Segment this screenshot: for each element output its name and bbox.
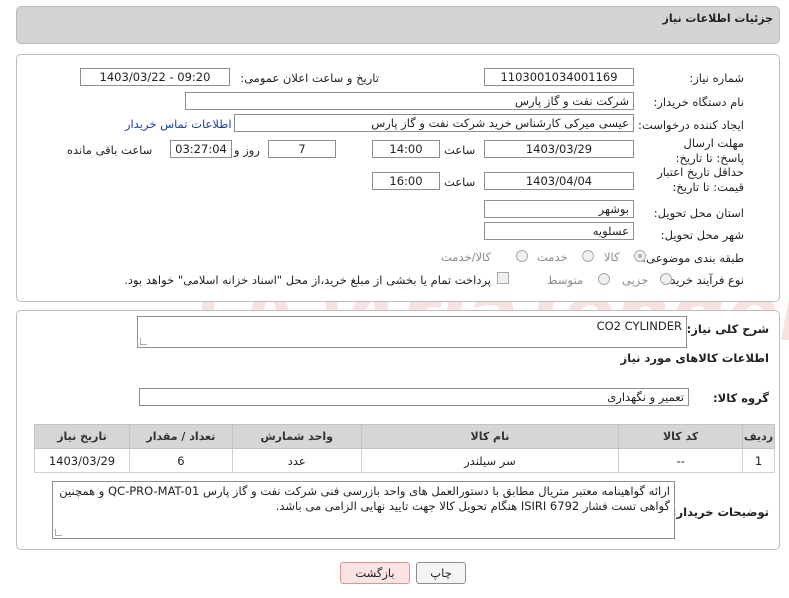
process-medium-label: متوسط (547, 273, 584, 287)
category-service-label: خدمت (537, 250, 568, 264)
col-goods-code: کد کالا (618, 424, 744, 449)
buyer-notes-label: توضیحات خریدار: (671, 505, 769, 519)
col-unit: واحد شمارش (231, 424, 362, 449)
category-goods-service-label: کالا/خدمت (441, 250, 492, 264)
col-need-date: تاریخ نیاز (34, 424, 130, 449)
cell-goods-code: -- (618, 448, 744, 473)
deadline-date-field: 1403/03/29 (484, 140, 634, 158)
print-button[interactable]: چاپ (416, 562, 466, 584)
buyer-notes-field: ارائه گواهینامه معتبر متریال مطابق با دس… (52, 481, 675, 539)
treasury-payment-note: پرداخت تمام یا بخشی از مبلغ خرید،از محل … (124, 273, 491, 287)
deadline-time-label: ساعت (444, 143, 476, 157)
col-quantity: تعداد / مقدار (128, 424, 233, 449)
back-button[interactable]: بازگشت (340, 562, 410, 584)
table-row: 1 -- سر سیلندر عدد 6 1403/03/29 (34, 448, 775, 473)
process-minor-label: جزیی (622, 273, 649, 287)
need-number-field: 1103001034001169 (484, 68, 634, 86)
cell-goods-name: سر سیلندر (360, 448, 620, 473)
validity-date-field: 1403/04/04 (484, 172, 634, 190)
announce-date-label: تاریخ و ساعت اعلان عمومی: (240, 71, 379, 85)
cell-row-number: 1 (742, 448, 775, 473)
validity-label: حداقل تاریخ اعتبار قیمت: تا تاریخ: (657, 165, 744, 194)
goods-group-label: گروه کالا: (713, 391, 769, 405)
province-label: استان محل تحویل: (653, 206, 744, 220)
category-label: طبقه بندی موضوعی: (642, 251, 744, 265)
treasury-payment-checkbox[interactable] (497, 272, 509, 284)
buyer-notes-text: ارائه گواهینامه معتبر متریال مطابق با دس… (59, 484, 670, 513)
creator-label: ایجاد کننده درخواست: (638, 118, 744, 132)
deadline-time-field: 14:00 (372, 140, 440, 158)
creator-field: عیسی میرکی کارشناس خرید شرکت نفت و گاز پ… (234, 114, 634, 132)
description-field: CO2 CYLINDER (137, 316, 687, 348)
process-type-label: نوع فرآیند خرید : (662, 273, 744, 287)
remaining-time-field: 03:27:04 (170, 140, 232, 158)
buyer-contact-link[interactable]: اطلاعات تماس خریدار (125, 117, 232, 131)
cell-need-date: 1403/03/29 (34, 448, 130, 473)
category-service-radio[interactable] (582, 250, 594, 262)
goods-info-title: اطلاعات کالاهای مورد نیاز (620, 351, 769, 365)
cell-quantity: 6 (128, 448, 233, 473)
goods-group-field: تعمیر و نگهداری (139, 388, 689, 406)
col-goods-name: نام کالا (360, 424, 620, 449)
city-label: شهر محل تحویل: (660, 228, 744, 242)
buyer-org-field: شرکت نفت و گاز پارس (185, 92, 634, 110)
table-header-row: ردیف کد کالا نام کالا واحد شمارش تعداد /… (34, 424, 775, 449)
remaining-time-label: ساعت باقی مانده (67, 143, 153, 157)
process-minor-radio[interactable] (660, 273, 672, 285)
resize-grip-icon[interactable] (140, 338, 147, 345)
deadline-label: مهلت ارسال پاسخ: تا تاریخ: (675, 136, 744, 165)
goods-table: ردیف کد کالا نام کالا واحد شمارش تعداد /… (34, 424, 775, 473)
col-row-number: ردیف (742, 424, 775, 449)
buyer-org-label: نام دستگاه خریدار: (653, 95, 744, 109)
province-field: بوشهر (484, 200, 634, 218)
category-goods-service-radio[interactable] (516, 250, 528, 262)
days-remaining-field: 7 (268, 140, 336, 158)
process-medium-radio[interactable] (598, 273, 610, 285)
validity-time-field: 16:00 (372, 172, 440, 190)
days-label: روز و (234, 143, 260, 157)
cell-unit: عدد (231, 448, 362, 473)
resize-grip-icon[interactable] (55, 529, 62, 536)
description-text: CO2 CYLINDER (596, 319, 682, 333)
city-field: عسلویه (484, 222, 634, 240)
category-goods-radio[interactable] (634, 250, 646, 262)
category-goods-label: کالا (604, 250, 620, 264)
validity-time-label: ساعت (444, 175, 476, 189)
need-number-label: شماره نیاز: (689, 71, 744, 85)
page-title: جزئیات اطلاعات نیاز (662, 12, 774, 25)
description-label: شرح کلی نیاز: (686, 322, 769, 336)
announce-date-field: 1403/03/22 - 09:20 (80, 68, 230, 86)
